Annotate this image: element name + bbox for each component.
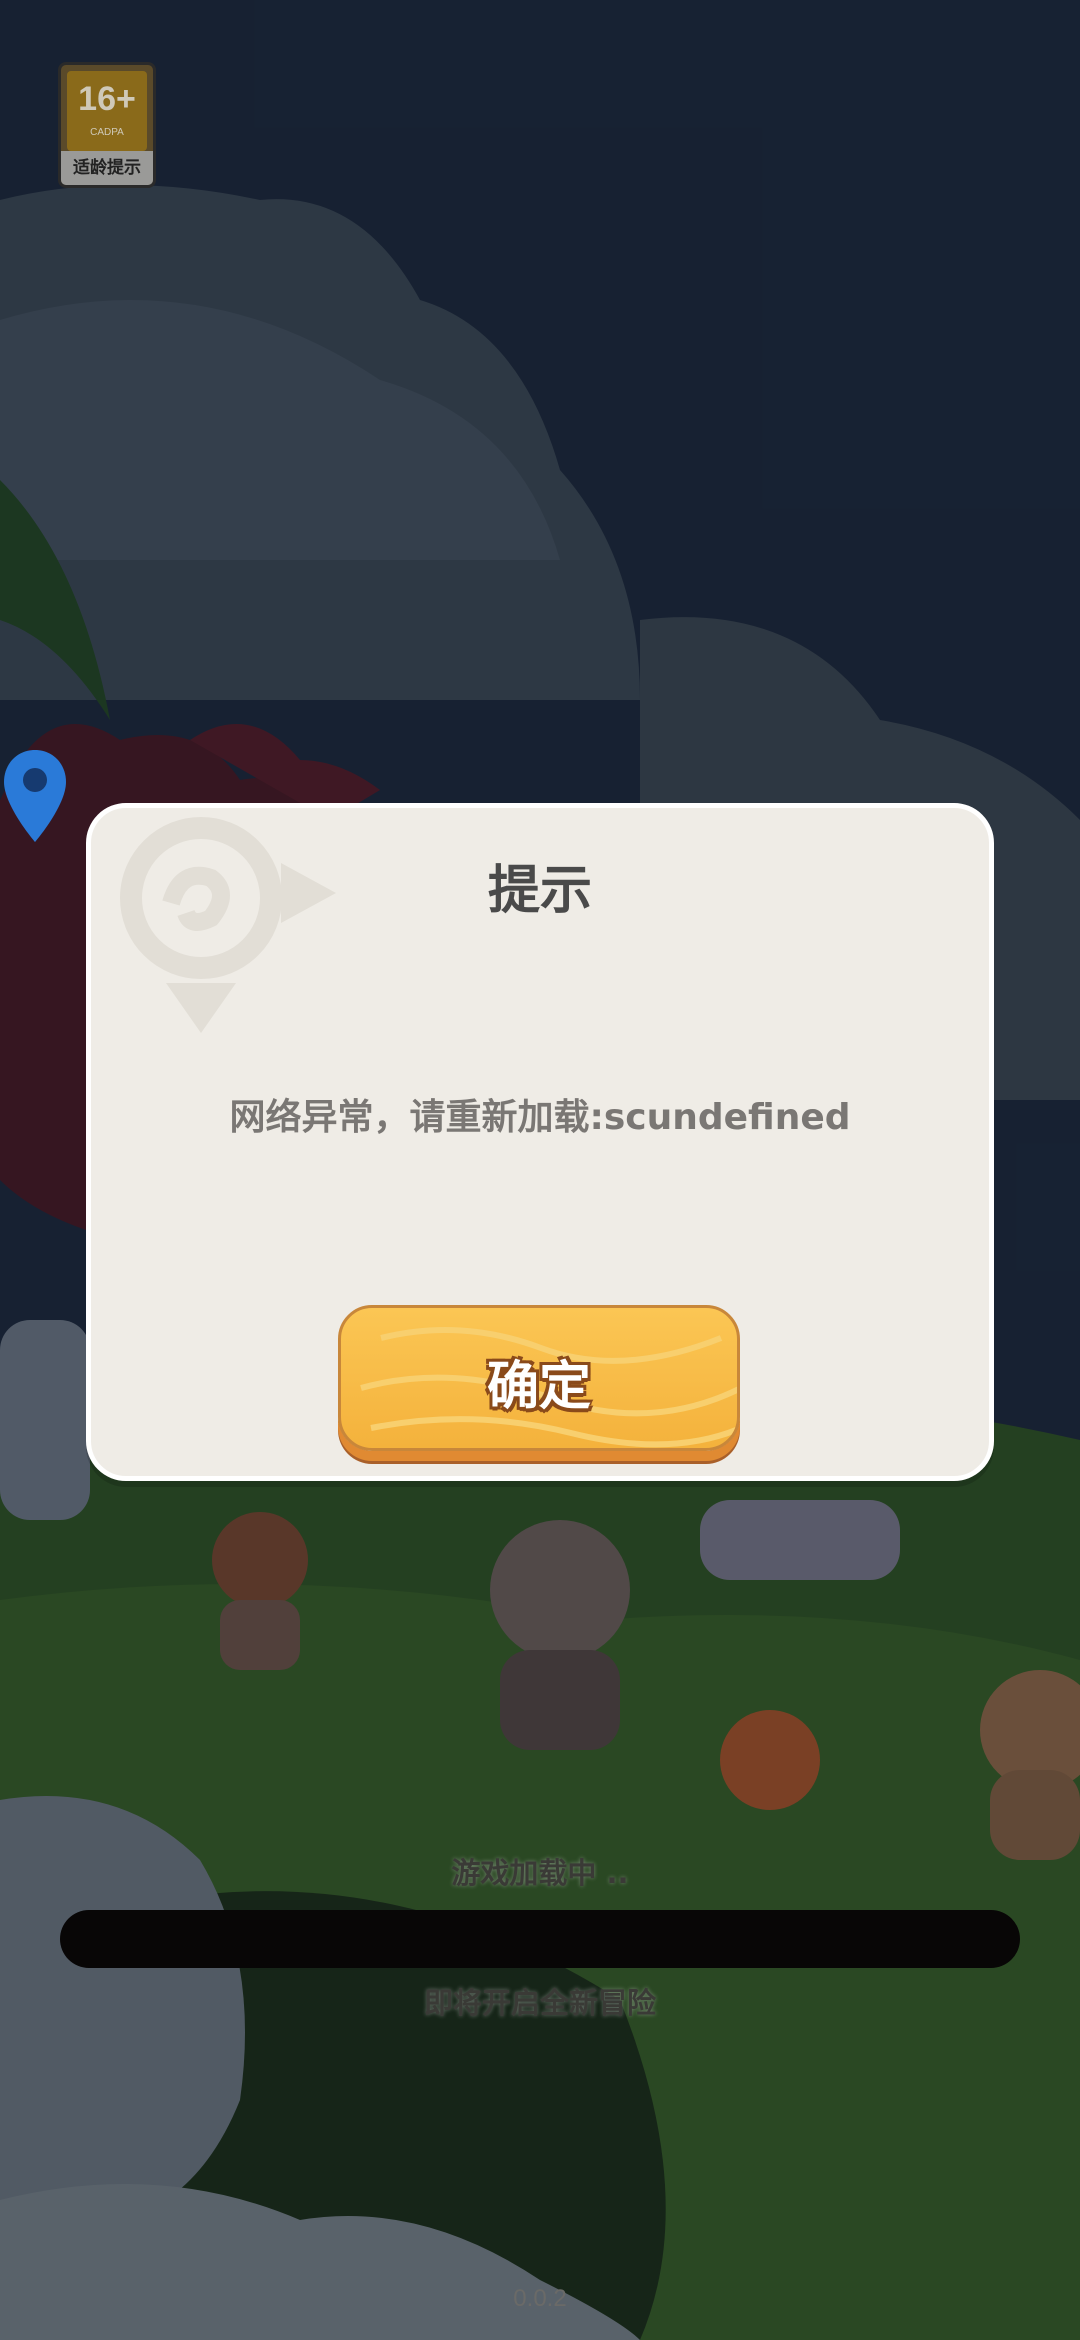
alert-dialog: 提示 网络异常，请重新加载:scundefined 确定: [86, 803, 994, 1481]
dialog-title: 提示: [487, 861, 592, 921]
dialog-message: 网络异常，请重新加载:scundefined: [229, 1097, 851, 1138]
confirm-label: 确定: [486, 1357, 591, 1417]
loading-status: 游戏加载中 ..: [451, 1856, 629, 1890]
emblem-icon: [120, 817, 336, 1033]
version-label: 0.0.2: [513, 2285, 567, 2312]
loading-tagline: 即将开启全新冒险: [423, 1986, 656, 2020]
age-rating-number: 16+: [67, 71, 147, 151]
age-rating-icon: 16+ CADPA 适龄提示: [58, 62, 156, 188]
age-rating-label: 适龄提示: [61, 151, 153, 185]
location-pin-icon: [4, 750, 66, 842]
age-rating-org: CADPA: [90, 127, 124, 138]
confirm-button[interactable]: 确定: [338, 1305, 740, 1451]
loading-progress-bar: [60, 1910, 1020, 1968]
